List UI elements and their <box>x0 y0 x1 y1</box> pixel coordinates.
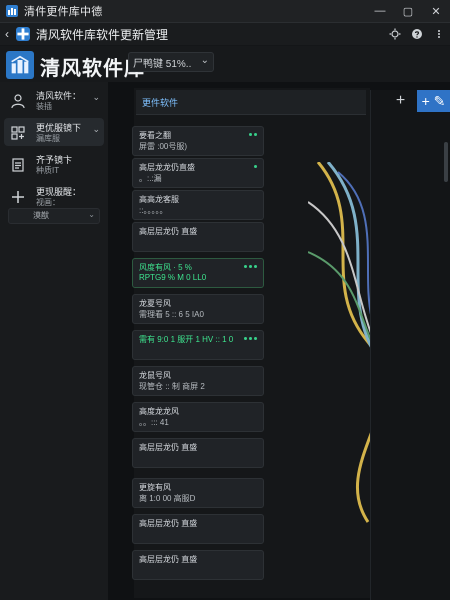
rack-unit[interactable]: 更旋有风 离 1:0 00 高服D <box>132 478 264 508</box>
main-content: 更件软件 要看之翻 屏雷 :00号服) 高层龙龙仍直盛 。:.:漏 高高龙客服 … <box>108 82 450 600</box>
rack-unit[interactable]: 高层层龙仍 直盛 <box>132 438 264 468</box>
unit-label: 高层层龙仍 直盛 <box>139 227 198 236</box>
unit-label: 高层龙龙仍直盛 <box>139 163 195 172</box>
chevron-down-icon: ⌄ <box>92 124 100 134</box>
maximize-icon[interactable]: ▢ <box>394 0 422 22</box>
sidebar-item-2[interactable]: 更优服镜下 漏库服 ⌄ <box>4 118 104 146</box>
led-group <box>254 165 257 168</box>
help-icon[interactable] <box>406 23 428 45</box>
unit-label: 高层层龙仍 直盛 <box>139 519 198 528</box>
doc-icon <box>10 157 26 173</box>
more-icon[interactable] <box>428 23 450 45</box>
back-button[interactable]: ‹ <box>0 23 14 45</box>
unit-label: 需有 9:0 1 服开 1 HV :: 1 0 <box>139 335 234 344</box>
title-bar: 清件更件库中德 — ▢ ✕ <box>0 0 450 23</box>
user-icon <box>10 93 26 109</box>
unit-label: 高层层龙仍 直盛 <box>139 555 198 564</box>
settings-icon[interactable] <box>384 23 406 45</box>
add-button[interactable]: + <box>384 90 417 112</box>
unit-sub: 。:.:漏 <box>139 174 162 183</box>
sidebar-item-sub: 种质IT <box>36 166 60 175</box>
rack-unit[interactable]: 高层层龙仍 直盛 <box>132 222 264 252</box>
window-title: 清件更件库中德 <box>24 6 103 18</box>
sidebar-item-sub: 装插 <box>36 102 52 111</box>
rack-unit[interactable]: 高层层龙仍 直盛 <box>132 514 264 544</box>
unit-label: 高层层龙仍 直盛 <box>139 443 198 452</box>
rack-unit[interactable]: 高层龙龙仍直盛 。:.:漏 <box>132 158 264 188</box>
rack-unit[interactable]: 风度有风 · 5 % RPTG9 % M 0 LL0 <box>132 258 264 288</box>
top-toolbar: ‹ 清风软件库软件更新管理 <box>0 23 450 45</box>
select-value: 漠猷 <box>33 211 49 220</box>
unit-label: 龙夏号风 <box>139 299 171 308</box>
rack-unit[interactable]: 要看之翻 屏雷 :00号服) <box>132 126 264 156</box>
add-edit-button[interactable]: + ✎ <box>417 90 450 112</box>
led-group <box>244 337 257 340</box>
unit-sub: ::。。。。。 <box>139 206 168 215</box>
unit-sub: RPTG9 % M 0 LL0 <box>139 273 207 282</box>
close-icon[interactable]: ✕ <box>422 0 450 22</box>
header-hero: 清风软件库 尸鸭键 51%.. ⌄ <box>0 46 450 82</box>
unit-sub: 离 1:0 00 高服D <box>139 494 196 503</box>
unit-label: 龙鼠号风 <box>139 371 171 380</box>
sidebar-item-1[interactable]: 清风软件： 装插 ⌄ <box>4 86 104 114</box>
unit-sub: 需理看 5 :: 6 5 IA0 <box>139 310 204 319</box>
rack-title: 更件软件 <box>142 98 179 108</box>
toolbar-title: 清风软件库软件更新管理 <box>36 27 169 42</box>
sidebar-item-3[interactable]: 齐予镜卞 种质IT <box>4 150 104 178</box>
sidebar-item-sub: 漏库服 <box>36 134 60 143</box>
rack-unit[interactable]: 龙夏号风 需理看 5 :: 6 5 IA0 <box>132 294 264 324</box>
tools-icon <box>10 125 26 141</box>
brand-logo-icon <box>6 51 34 79</box>
right-rack-panel <box>370 90 450 600</box>
rack-unit[interactable]: 需有 9:0 1 服开 1 HV :: 1 0 <box>132 330 264 360</box>
filter-dropdown[interactable]: 尸鸭键 51%.. ⌄ <box>128 52 214 72</box>
sidebar-item-sub: 视画： <box>36 198 60 207</box>
plus-icon <box>10 189 26 205</box>
led-group <box>244 265 257 268</box>
unit-sub: 现管仓 :: 制 商屏 2 <box>139 382 205 391</box>
sidebar: 清风软件： 装插 ⌄ 更优服镜下 漏库服 ⌄ 齐予镜卞 种质IT 更现服醒： 视… <box>0 82 109 600</box>
unit-label: 要看之翻 <box>139 131 171 140</box>
led-group <box>249 133 257 136</box>
rack-unit[interactable]: 高高龙客服 ::。。。。。 <box>132 190 264 220</box>
scrollbar[interactable] <box>444 142 448 182</box>
unit-label: 更旋有风 <box>139 483 171 492</box>
unit-sub: 屏雷 :00号服) <box>139 142 188 151</box>
chevron-down-icon: ⌄ <box>92 92 100 102</box>
unit-label: 高高龙客服 <box>139 195 179 204</box>
unit-label: 风度有风 · 5 % <box>139 263 192 272</box>
sidebar-item-4[interactable]: 更现服醒： 视画： <box>4 182 104 210</box>
unit-label: 高度龙龙风 <box>139 407 179 416</box>
filter-text: 尸鸭键 51%.. <box>133 58 192 70</box>
unit-sub: 。。::: 41 <box>139 418 169 427</box>
rack-unit[interactable]: 高度龙龙风 。。::: 41 <box>132 402 264 432</box>
chevron-down-icon: ⌄ <box>200 55 209 66</box>
minimize-icon[interactable]: — <box>366 0 394 22</box>
rack-unit[interactable]: 高层层龙仍 直盛 <box>132 550 264 580</box>
chevron-down-icon: ⌄ <box>88 210 95 219</box>
rack-unit[interactable]: 龙鼠号风 现管仓 :: 制 商屏 2 <box>132 366 264 396</box>
sidebar-select[interactable]: 漠猷 ⌄ <box>8 208 100 224</box>
rack-header: 更件软件 <box>136 90 366 115</box>
app-icon <box>6 5 18 17</box>
toolbar-app-icon <box>16 27 30 41</box>
